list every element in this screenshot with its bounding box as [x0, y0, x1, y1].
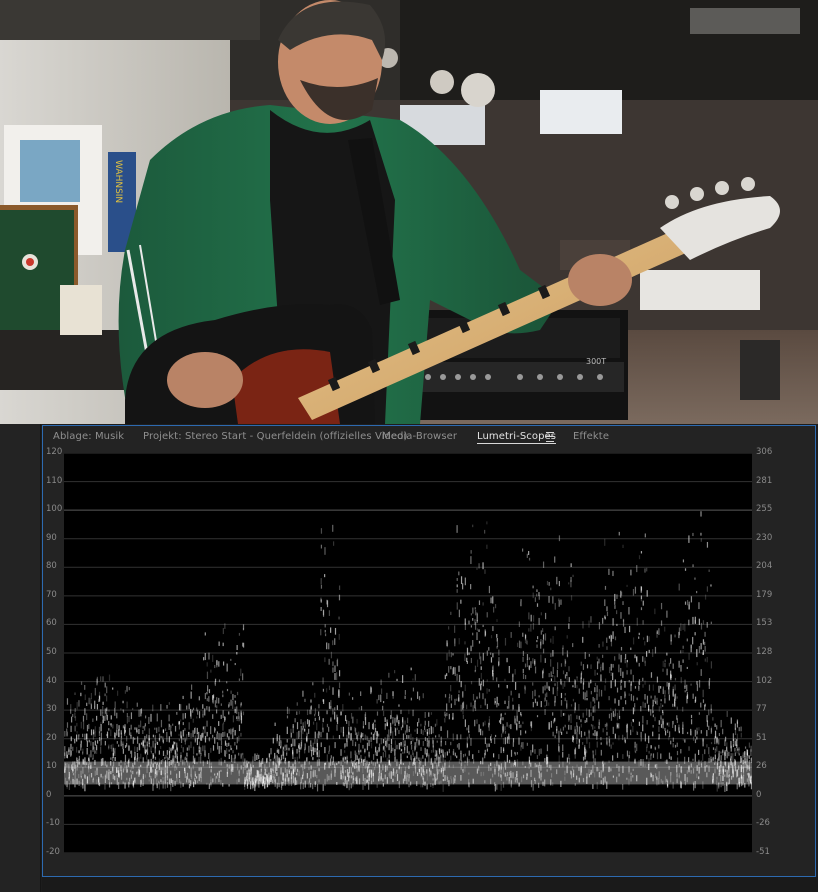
ire-tick-label: 60 — [46, 618, 57, 629]
code-tick-label: 51 — [756, 732, 767, 743]
code-tick-label: 77 — [756, 704, 767, 715]
tab-ablage-musik[interactable]: Ablage: Musik — [53, 431, 124, 442]
video-preview: WAHNSIN 300T — [0, 0, 818, 424]
ire-tick-label: 120 — [46, 447, 63, 457]
code-tick-label: -26 — [756, 818, 770, 829]
lumetri-scopes-panel: Ablage: Musik Projekt: Stereo Start - Qu… — [42, 425, 816, 877]
code-tick-label: 255 — [756, 504, 773, 515]
ire-tick-label: 70 — [46, 589, 57, 600]
panel-tab-bar: Ablage: Musik Projekt: Stereo Start - Qu… — [43, 426, 815, 448]
code-tick-label: 26 — [756, 761, 767, 772]
left-panel-strip — [0, 424, 41, 892]
code-tick-label: 102 — [756, 675, 773, 686]
tab-effekte[interactable]: Effekte — [573, 431, 609, 442]
ire-tick-label: 0 — [46, 789, 52, 800]
ire-tick-label: -10 — [46, 818, 60, 829]
code-tick-label: 153 — [756, 618, 773, 629]
tab-media-browser[interactable]: Media-Browser — [382, 431, 457, 442]
code-tick-label: 230 — [756, 532, 773, 543]
video-frame-image: WAHNSIN 300T — [0, 0, 818, 424]
status-bar — [42, 877, 818, 892]
waveform-trace — [64, 511, 752, 792]
hamburger-menu-icon[interactable] — [546, 432, 554, 442]
ire-tick-label: 110 — [46, 475, 63, 486]
code-tick-label: -51 — [756, 847, 770, 857]
tab-projekt[interactable]: Projekt: Stereo Start - Querfeldein (off… — [143, 431, 407, 442]
code-tick-label: 179 — [756, 589, 773, 600]
ire-tick-label: 50 — [46, 647, 57, 657]
ire-tick-label: 90 — [46, 532, 57, 543]
waveform-scope — [64, 453, 752, 853]
ire-tick-label: 20 — [46, 732, 57, 743]
code-tick-label: 204 — [756, 561, 773, 572]
ire-tick-label: 40 — [46, 675, 57, 686]
code-tick-label: 281 — [756, 475, 773, 486]
ire-tick-label: 100 — [46, 504, 63, 515]
code-tick-label: 0 — [756, 789, 762, 800]
tab-lumetri-scopes[interactable]: Lumetri-Scopes — [477, 431, 557, 444]
code-tick-label: 306 — [756, 447, 773, 457]
amp-brand-label: 300T — [586, 357, 606, 366]
ire-tick-label: 80 — [46, 561, 57, 572]
ire-tick-label: 30 — [46, 704, 57, 715]
waveform-display — [64, 453, 752, 853]
ire-tick-label: -20 — [46, 847, 60, 857]
banner-text: WAHNSIN — [113, 160, 123, 203]
code-tick-label: 128 — [756, 647, 773, 657]
ire-tick-label: 10 — [46, 761, 57, 772]
